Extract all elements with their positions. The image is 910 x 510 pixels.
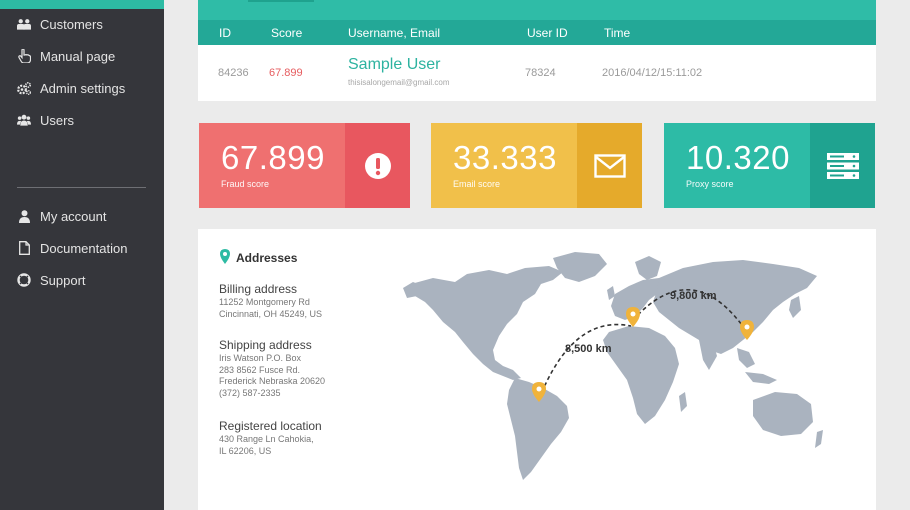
cell-username[interactable]: Sample User — [348, 56, 440, 74]
fraud-score-card[interactable]: 67.899 Fraud score — [199, 123, 410, 208]
table-toolbar — [198, 0, 876, 20]
sidebar-item-label: Manual page — [40, 48, 116, 64]
sidebar-item-label: My account — [40, 208, 107, 224]
sidebar-item-documentation[interactable]: Documentation — [0, 235, 164, 261]
column-header-time[interactable]: Time — [604, 26, 630, 40]
proxy-score-value: 10.320 — [686, 139, 790, 176]
continent-greenland — [553, 252, 607, 282]
billing-address: Billing address 11252 Montgomery Rd Cinc… — [219, 282, 322, 320]
sidebar-item-support[interactable]: Support — [0, 267, 164, 293]
sidebar-divider — [17, 187, 146, 188]
sidebar-item-customers[interactable]: Customers — [0, 11, 164, 37]
table-row[interactable]: 84236 67.899 Sample User thisisalongemai… — [198, 45, 876, 101]
registered-location: Registered location 430 Range Ln Cahokia… — [219, 419, 322, 457]
world-map-graphic — [403, 252, 823, 480]
address-line: IL 62206, US — [219, 445, 272, 456]
hand-pointer-icon — [17, 49, 31, 63]
sidebar-item-my-account[interactable]: My account — [0, 203, 164, 229]
column-header-username-email[interactable]: Username, Email — [348, 26, 440, 40]
table-tab-indicator[interactable] — [248, 0, 314, 2]
user-table-card: ID Score Username, Email User ID Time 84… — [198, 0, 876, 101]
addresses-title: Addresses — [236, 251, 298, 265]
proxy-score-card[interactable]: 10.320 Proxy score — [664, 123, 875, 208]
server-icon — [810, 123, 875, 208]
sidebar-item-manual-page[interactable]: Manual page — [0, 43, 164, 69]
table-header: ID Score Username, Email User ID Time — [198, 20, 876, 45]
shipping-address-label: Shipping address — [219, 338, 312, 352]
address-line: 283 8562 Fusce Rd. — [219, 364, 301, 375]
sidebar-active-indicator — [0, 0, 164, 9]
world-map[interactable]: 8,500 km 9,800 km — [403, 244, 833, 484]
sidebar-item-label: Admin settings — [40, 80, 126, 96]
lifebuoy-icon — [17, 273, 31, 287]
continent-madagascar — [679, 392, 687, 412]
map-pin-icon — [220, 249, 230, 269]
continent-japan — [789, 296, 801, 318]
fraud-score-value: 67.899 — [221, 139, 325, 176]
sidebar-item-admin-settings[interactable]: Admin settings — [0, 75, 164, 101]
distance-label-americas-europe: 8,500 km — [565, 343, 612, 355]
exclamation-circle-icon — [345, 123, 410, 208]
sidebar-item-users[interactable]: Users — [0, 107, 164, 133]
users-group-icon — [17, 17, 31, 31]
address-line: 430 Range Ln Cahokia, — [219, 434, 314, 444]
email-score-card[interactable]: 33.333 Email score — [431, 123, 642, 208]
addresses-card: Addresses Billing address 11252 Montgome… — [198, 229, 876, 510]
address-line: (372) 587-2335 — [219, 387, 281, 398]
gears-icon — [17, 81, 31, 95]
continent-africa — [603, 326, 679, 424]
sidebar-item-label: Support — [40, 272, 86, 288]
cell-time: 2016/04/12/15:11:02 — [602, 67, 703, 79]
document-icon — [17, 241, 31, 255]
fraud-score-caption: Fraud score — [221, 179, 270, 189]
user-icon — [17, 209, 31, 223]
location-pin-europe — [626, 307, 640, 327]
distance-label-europe-asia: 9,800 km — [670, 290, 717, 302]
sidebar-item-label: Users — [40, 112, 74, 128]
address-line: Cincinnati, OH 45249, US — [219, 308, 323, 319]
sidebar-item-label: Documentation — [40, 240, 128, 256]
registered-location-label: Registered location — [219, 419, 322, 433]
envelope-icon — [577, 123, 642, 208]
address-line: Frederick Nebraska 20620 — [219, 376, 326, 386]
continent-scandinavia — [635, 256, 661, 280]
cell-user-id: 78324 — [525, 67, 556, 79]
continent-southeast-asia — [737, 348, 755, 368]
continent-indonesia — [745, 372, 777, 384]
cell-score: 67.899 — [269, 67, 303, 79]
address-line: 11252 Montgomery Rd — [219, 297, 310, 307]
cell-id: 84236 — [218, 67, 249, 79]
column-header-score[interactable]: Score — [271, 26, 302, 40]
shipping-address: Shipping address Iris Watson P.O. Box 28… — [219, 338, 325, 399]
address-line: Iris Watson P.O. Box — [219, 353, 302, 363]
continent-australia — [753, 392, 813, 436]
proxy-score-caption: Proxy score — [686, 179, 734, 189]
continent-new-zealand — [815, 430, 823, 448]
billing-address-label: Billing address — [219, 282, 298, 296]
continent-north-america — [411, 266, 563, 380]
sidebar: Customers Manual page Admin settings Use… — [0, 0, 164, 510]
column-header-id[interactable]: ID — [219, 26, 231, 40]
email-score-caption: Email score — [453, 179, 501, 189]
sidebar-item-label: Customers — [40, 16, 103, 32]
app-root: Customers Manual page Admin settings Use… — [0, 0, 910, 510]
email-score-value: 33.333 — [453, 139, 557, 176]
cell-email: thisisalongemail@gmail.com — [348, 78, 450, 87]
users-icon — [17, 113, 31, 127]
main-content: ID Score Username, Email User ID Time 84… — [164, 0, 910, 510]
column-header-user-id[interactable]: User ID — [527, 26, 568, 40]
